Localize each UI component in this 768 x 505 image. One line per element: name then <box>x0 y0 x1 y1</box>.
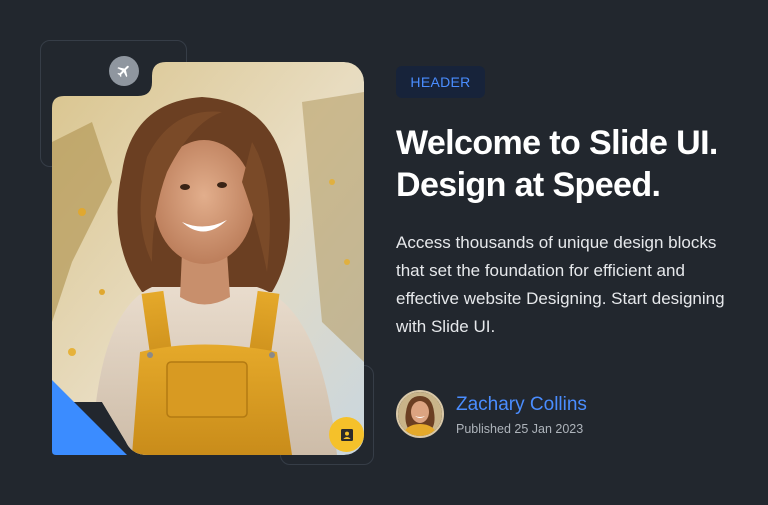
author-avatar <box>396 390 444 438</box>
published-date: Published 25 Jan 2023 <box>456 422 584 436</box>
description-text: Access thousands of unique design blocks… <box>396 233 725 336</box>
page-title: Welcome to Slide UI. Design at Speed. <box>396 124 718 204</box>
hero-section: HEADER Welcome to Slide UI. Design at Sp… <box>0 0 768 505</box>
decorative-blue-triangle <box>52 380 127 455</box>
author-name[interactable]: Zachary Collins <box>456 394 587 416</box>
contact-card-icon <box>329 417 364 452</box>
header-chip: HEADER <box>396 66 485 98</box>
airplane-icon <box>109 56 139 86</box>
